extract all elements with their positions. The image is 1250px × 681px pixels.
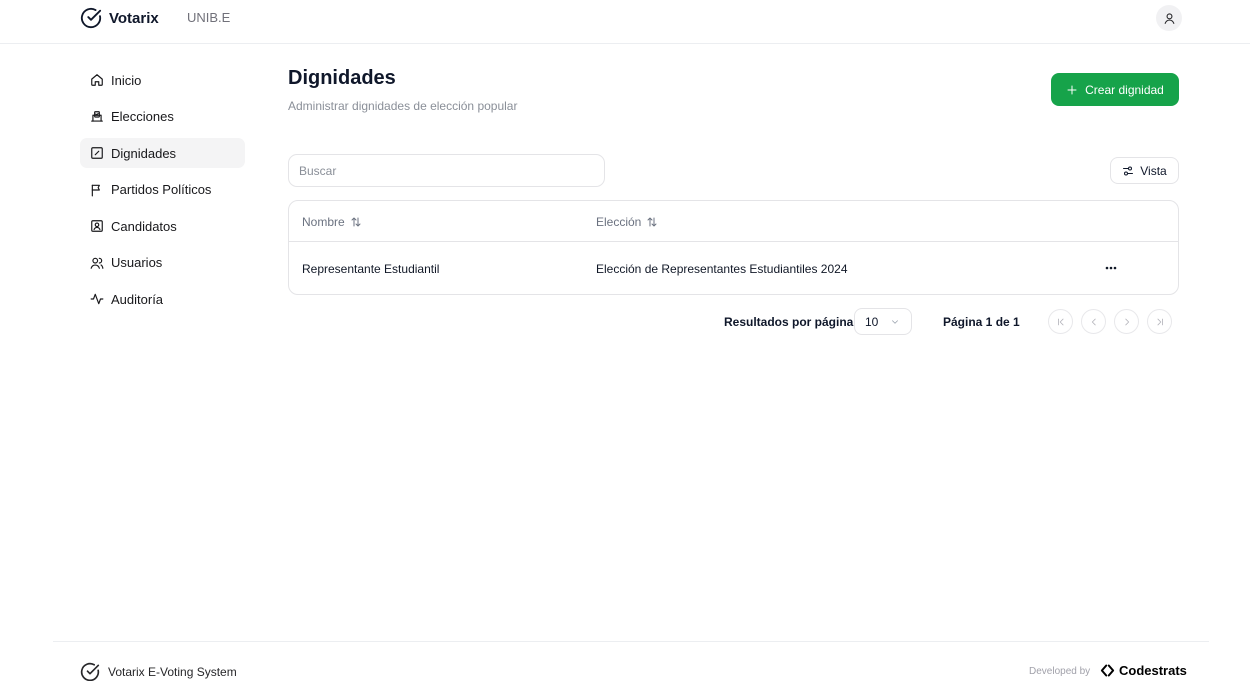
sort-icon [350, 216, 362, 228]
next-page-button[interactable] [1114, 309, 1139, 334]
chevrons-right-icon [1155, 317, 1165, 327]
sidebar: Inicio Elecciones Dignidades Partidos Po… [80, 65, 245, 321]
sidebar-item-label: Elecciones [111, 109, 174, 124]
sidebar-item-auditoria[interactable]: Auditoría [80, 284, 245, 314]
column-label: Nombre [302, 215, 345, 229]
chevrons-left-icon [1056, 317, 1066, 327]
cell-eleccion: Elección de Representantes Estudiantiles… [596, 262, 848, 276]
footer-divider [53, 641, 1209, 642]
sidebar-item-label: Inicio [111, 72, 142, 88]
per-page-select[interactable]: 10 [854, 308, 912, 335]
organization-label: UNIB.E [187, 10, 231, 25]
top-bar: Votarix UNIB.E [0, 0, 1250, 44]
sidebar-item-label: Candidatos [111, 218, 177, 234]
chevron-right-icon [1122, 317, 1132, 327]
square-pen-icon [90, 146, 104, 160]
page-title: Dignidades [288, 67, 396, 89]
sidebar-item-label: Auditoría [111, 291, 164, 307]
sidebar-item-label: Usuarios [111, 255, 163, 270]
home-icon [90, 73, 104, 87]
sidebar-item-label: Dignidades [111, 145, 177, 161]
sidebar-item-inicio[interactable]: Inicio [80, 65, 245, 95]
ballot-box-icon [90, 110, 104, 124]
footer-brand: Votarix E-Voting System [80, 662, 237, 681]
developer-logo[interactable]: Codestrats [1100, 663, 1187, 678]
sidebar-item-elecciones[interactable]: Elecciones [80, 102, 245, 132]
create-dignidad-label: Crear dignidad [1085, 82, 1164, 97]
row-actions-button[interactable] [1101, 259, 1121, 277]
previous-page-button[interactable] [1081, 309, 1106, 334]
view-options-button[interactable]: Vista [1110, 157, 1179, 184]
check-circle-icon [80, 662, 100, 681]
chevron-down-icon [890, 317, 900, 327]
sliders-icon [1122, 165, 1134, 177]
chevron-left-icon [1089, 317, 1099, 327]
user-menu-button[interactable] [1156, 5, 1182, 31]
contact-card-icon [90, 219, 104, 233]
table-header: Nombre Elección [289, 201, 1178, 242]
developed-by-label: Developed by [1029, 666, 1091, 677]
check-circle-icon [80, 7, 102, 29]
column-label: Elección [596, 215, 642, 229]
sort-icon [646, 216, 658, 228]
sidebar-item-usuarios[interactable]: Usuarios [80, 248, 245, 278]
table-row[interactable]: Representante Estudiantil Elección de Re… [289, 242, 1178, 294]
user-icon [1163, 12, 1176, 25]
sidebar-item-label: Partidos Políticos [111, 182, 212, 197]
column-header-eleccion[interactable]: Elección [596, 215, 658, 229]
page-subtitle: Administrar dignidades de elección popul… [288, 99, 518, 113]
first-page-button[interactable] [1048, 309, 1073, 334]
create-dignidad-button[interactable]: Crear dignidad [1051, 73, 1179, 106]
flag-icon [90, 183, 104, 197]
last-page-button[interactable] [1147, 309, 1172, 334]
activity-icon [90, 292, 104, 306]
per-page-value: 10 [865, 314, 879, 329]
dignidades-table: Nombre Elección Representante Estudianti… [288, 200, 1179, 295]
sidebar-item-dignidades[interactable]: Dignidades [80, 138, 245, 168]
sidebar-item-partidos[interactable]: Partidos Políticos [80, 175, 245, 205]
cell-nombre: Representante Estudiantil [302, 262, 440, 276]
view-options-label: Vista [1140, 163, 1167, 178]
sidebar-item-candidatos[interactable]: Candidatos [80, 211, 245, 241]
footer-system-name: Votarix E-Voting System [108, 665, 237, 679]
plus-icon [1066, 84, 1078, 96]
more-horizontal-icon [1105, 266, 1117, 270]
search-input[interactable] [288, 154, 605, 187]
codestrats-logo-icon [1100, 663, 1115, 678]
per-page-label: Resultados por página [724, 315, 854, 329]
brand[interactable]: Votarix [80, 7, 159, 29]
developer-name: Codestrats [1119, 663, 1187, 678]
column-header-nombre[interactable]: Nombre [302, 215, 362, 229]
brand-name: Votarix [109, 9, 159, 27]
page-indicator: Página 1 de 1 [943, 315, 1020, 329]
users-icon [90, 256, 104, 270]
